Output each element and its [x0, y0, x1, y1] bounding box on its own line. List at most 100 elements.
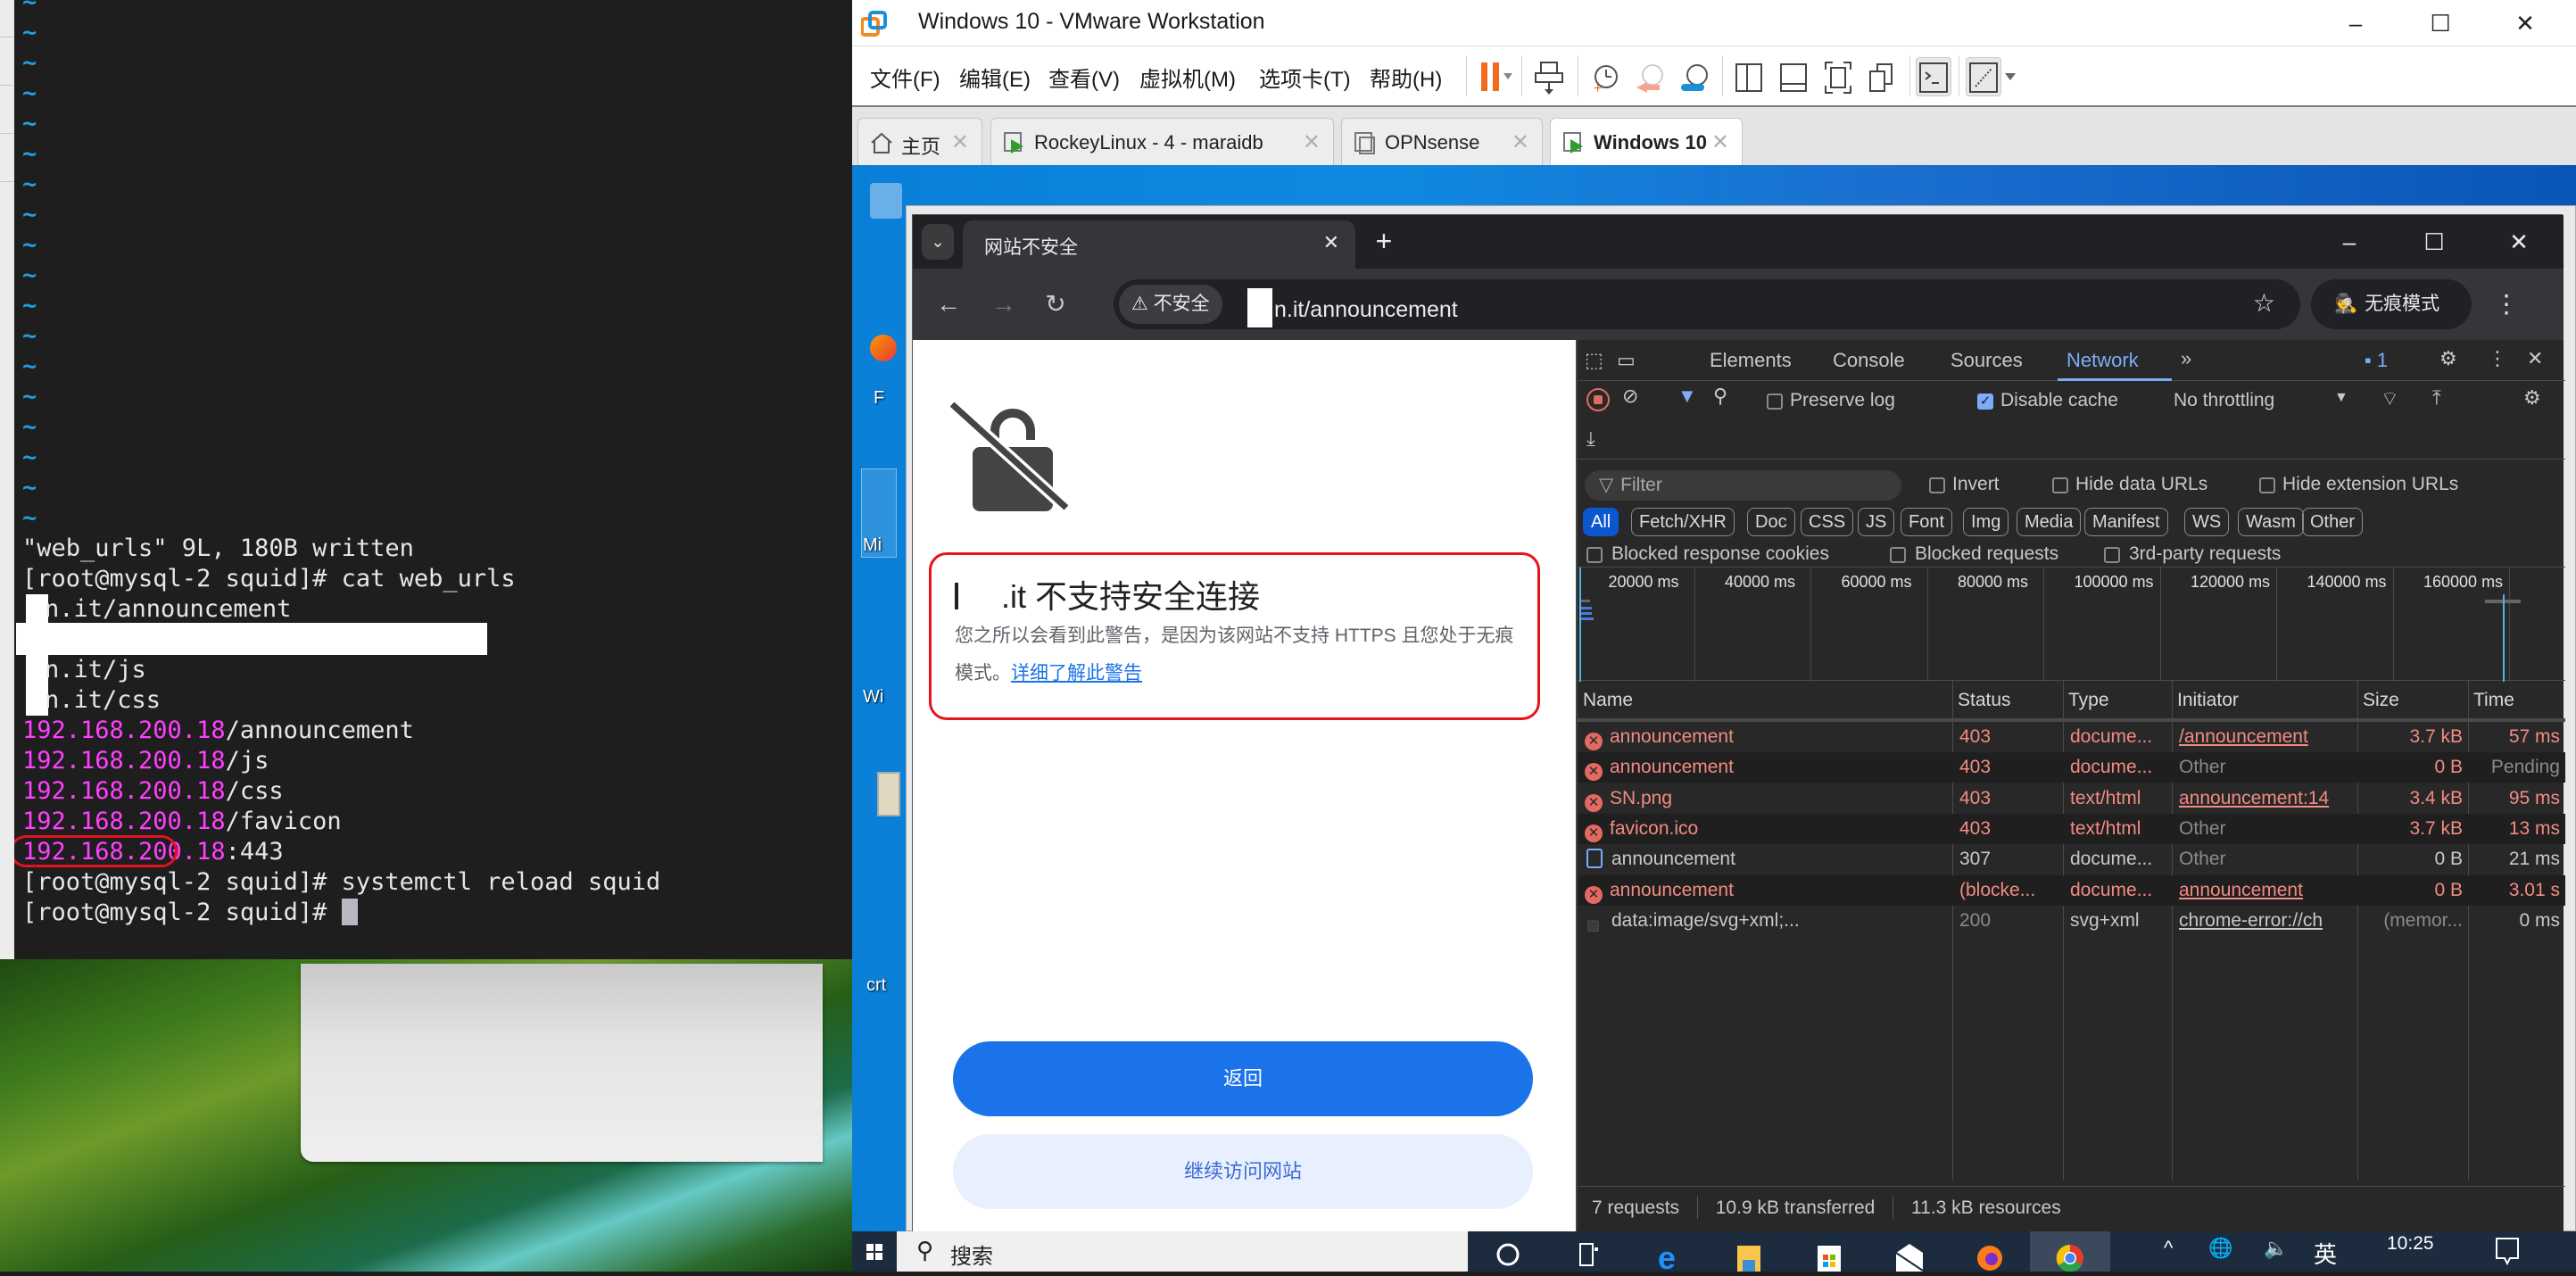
chevron-down-icon[interactable]: ▼ [2334, 390, 2348, 406]
reload-icon[interactable]: ↻ [1038, 286, 1073, 322]
menu-vm[interactable]: 虚拟机(M) [1139, 62, 1236, 93]
kebab-menu-icon[interactable]: ⋮ [2494, 288, 2519, 320]
forward-arrow-icon[interactable]: → [986, 286, 1022, 322]
blocked-requests-checkbox[interactable] [1890, 547, 1906, 563]
third-party-checkbox[interactable] [2104, 547, 2120, 563]
network-request-row[interactable]: ▨ data:image/svg+xml;... 200 svg+xml chrome-… [1578, 906, 2565, 936]
export-har-icon[interactable]: ⤓ [1586, 427, 1595, 451]
clear-icon[interactable]: ⊘ [1622, 385, 1638, 408]
type-filter-fetch-xhr[interactable]: Fetch/XHR [1631, 508, 1735, 536]
desktop-file-icon[interactable] [877, 772, 900, 816]
ime-indicator[interactable]: 英 [2314, 1237, 2337, 1270]
type-filter-manifest[interactable]: Manifest [2084, 508, 2168, 536]
stretch-guest-icon[interactable] [1966, 57, 2001, 96]
filter-icon[interactable]: ▼ [1677, 385, 1697, 408]
close-tab-icon[interactable]: ✕ [1711, 129, 1729, 155]
devtools-tab-elements[interactable]: Elements [1710, 349, 1792, 372]
record-stop-icon[interactable] [1586, 388, 1610, 411]
devtools-tab-network[interactable]: Network [2067, 349, 2139, 372]
close-tab-icon[interactable]: ✕ [1323, 231, 1339, 254]
show-thumbnail-bar-icon[interactable] [1776, 57, 1811, 96]
type-filter-all[interactable]: All [1583, 508, 1619, 536]
disable-cache-checkbox[interactable]: ✓ [1977, 394, 1993, 410]
console-view-icon[interactable] [1916, 57, 1951, 96]
issues-badge[interactable]: ▪ 1 [2365, 349, 2388, 372]
hide-data-urls-checkbox[interactable] [2052, 477, 2068, 493]
minimize-button[interactable]: – [2309, 224, 2390, 260]
maximize-button[interactable]: ☐ [2400, 5, 2481, 41]
edge-icon[interactable]: e [1628, 1231, 1709, 1276]
import-har-icon[interactable]: ⤒ [2432, 386, 2441, 410]
column-header-time[interactable]: Time [2468, 681, 2565, 720]
column-header-type[interactable]: Type [2063, 681, 2172, 720]
chrome-window[interactable]: ⌄ 网站不安全 ✕ + – ☐ ✕ ← → ↻ ⚠ 不安全 n.it/annou… [912, 214, 2565, 1231]
network-request-row[interactable]: ✕ SN.png 403 text/html announcement:14 3.4 kB… [1578, 783, 2565, 814]
preserve-log-checkbox[interactable] [1767, 394, 1783, 410]
menu-file[interactable]: 文件(F) [870, 62, 940, 93]
incognito-indicator[interactable]: 🕵 无痕模式 [2311, 279, 2472, 329]
throttling-select[interactable]: No throttling [2174, 390, 2274, 411]
type-filter-font[interactable]: Font [1901, 508, 1953, 536]
firefox-icon[interactable] [1950, 1231, 2030, 1272]
hide-extension-urls-checkbox[interactable] [2259, 477, 2275, 493]
file-explorer-icon[interactable] [1709, 1231, 1789, 1272]
clock-time[interactable]: 10:25 [2387, 1233, 2434, 1255]
column-header-size[interactable]: Size [2357, 681, 2468, 720]
close-devtools-icon[interactable]: ✕ [2527, 347, 2543, 370]
type-filter-ws[interactable]: WS [2184, 508, 2230, 536]
full-screen-icon[interactable] [1820, 57, 1856, 96]
vm-tab-windows10[interactable]: Windows 10 ✕ [1550, 118, 1743, 165]
site-info-insecure-chip[interactable]: ⚠ 不安全 [1119, 285, 1222, 324]
taskbar-search-box[interactable]: ⚲ 搜索 [897, 1231, 1468, 1272]
maximize-button[interactable]: ☐ [2394, 224, 2474, 260]
column-header-initiator[interactable]: Initiator [2172, 681, 2357, 720]
snapshot-revert-icon[interactable] [1633, 57, 1669, 96]
mail-icon[interactable] [1869, 1231, 1950, 1272]
show-hidden-icons[interactable]: ^ [2164, 1237, 2173, 1260]
snapshot-manager-icon[interactable] [1677, 57, 1713, 96]
network-globe-icon[interactable]: 🌐 [2208, 1237, 2232, 1260]
devtools-menu-icon[interactable]: ⋮ [2488, 347, 2507, 370]
close-tab-icon[interactable]: ✕ [1303, 129, 1321, 155]
address-bar[interactable]: ⚠ 不安全 n.it/announcement ☆ [1114, 279, 2300, 329]
devtools-tab-sources[interactable]: Sources [1951, 349, 2023, 372]
vm-tab-opnsense[interactable]: OPNsense ✕ [1341, 118, 1543, 165]
devtools-tab-console[interactable]: Console [1833, 349, 1905, 372]
firefox-desktop-icon[interactable] [870, 335, 897, 361]
back-arrow-icon[interactable]: ← [931, 286, 966, 322]
pause-vm-icon[interactable] [1477, 57, 1512, 96]
device-toolbar-icon[interactable]: ▭ [1617, 349, 1636, 372]
type-filter-doc[interactable]: Doc [1747, 508, 1795, 536]
recycle-bin-icon[interactable] [870, 183, 902, 219]
cortana-icon[interactable] [1468, 1231, 1548, 1272]
network-conditions-icon[interactable]: ⌔ [2381, 386, 2399, 411]
terminal-window[interactable]: ~ ~ ~ ~ ~ ~ ~ ~ ~ ~ ~ ~ ~ ~ ~ ~ ~ ~ "web_urls" 9L, 180B w… [14, 0, 852, 959]
start-button[interactable] [852, 1231, 897, 1272]
network-settings-gear-icon[interactable]: ⚙ [2523, 386, 2541, 410]
menu-edit[interactable]: 编辑(E) [959, 62, 1031, 93]
browser-tab-active[interactable]: 网站不安全 ✕ [963, 220, 1355, 269]
network-overview-timeline[interactable]: 20000 ms 40000 ms 60000 ms 80000 ms 100000 m… [1578, 567, 2565, 682]
go-back-button[interactable]: 返回 [953, 1041, 1533, 1116]
close-tab-icon[interactable]: ✕ [1512, 129, 1529, 155]
blocked-response-cookies-checkbox[interactable] [1586, 547, 1603, 563]
filter-input[interactable]: ▽ Filter [1585, 470, 1901, 501]
tab-search-button[interactable]: ⌄ [922, 224, 954, 260]
vmware-workstation-window[interactable]: Windows 10 - VMware Workstation – ☐ ✕ 文件… [852, 0, 2576, 1276]
snapshot-take-icon[interactable]: + [1588, 57, 1624, 96]
continue-to-site-button[interactable]: 继续访问网站 [953, 1134, 1533, 1209]
close-tab-icon[interactable]: ✕ [951, 129, 969, 155]
network-request-row[interactable]: ✕ announcement (blocke... docume... announce… [1578, 874, 2565, 906]
type-filter-other[interactable]: Other [2302, 508, 2364, 536]
task-view-icon[interactable] [1548, 1231, 1628, 1272]
vm-guest-screen[interactable]: F Mi Wi crt ⌄ 网站不安全 ✕ + – ☐ ✕ ← → ↻ ⚠ 不安… [852, 165, 2576, 1231]
inspect-element-icon[interactable]: ⬚ [1585, 349, 1603, 372]
show-library-icon[interactable] [1731, 57, 1767, 96]
chrome-taskbar-icon[interactable] [2030, 1231, 2110, 1272]
new-tab-button[interactable]: + [1366, 224, 1402, 260]
microsoft-store-icon[interactable] [1789, 1231, 1869, 1272]
minimize-button[interactable]: – [2315, 5, 2396, 41]
invert-checkbox[interactable] [1929, 477, 1945, 493]
type-filter-media[interactable]: Media [2017, 508, 2082, 536]
menu-help[interactable]: 帮助(H) [1370, 62, 1442, 93]
